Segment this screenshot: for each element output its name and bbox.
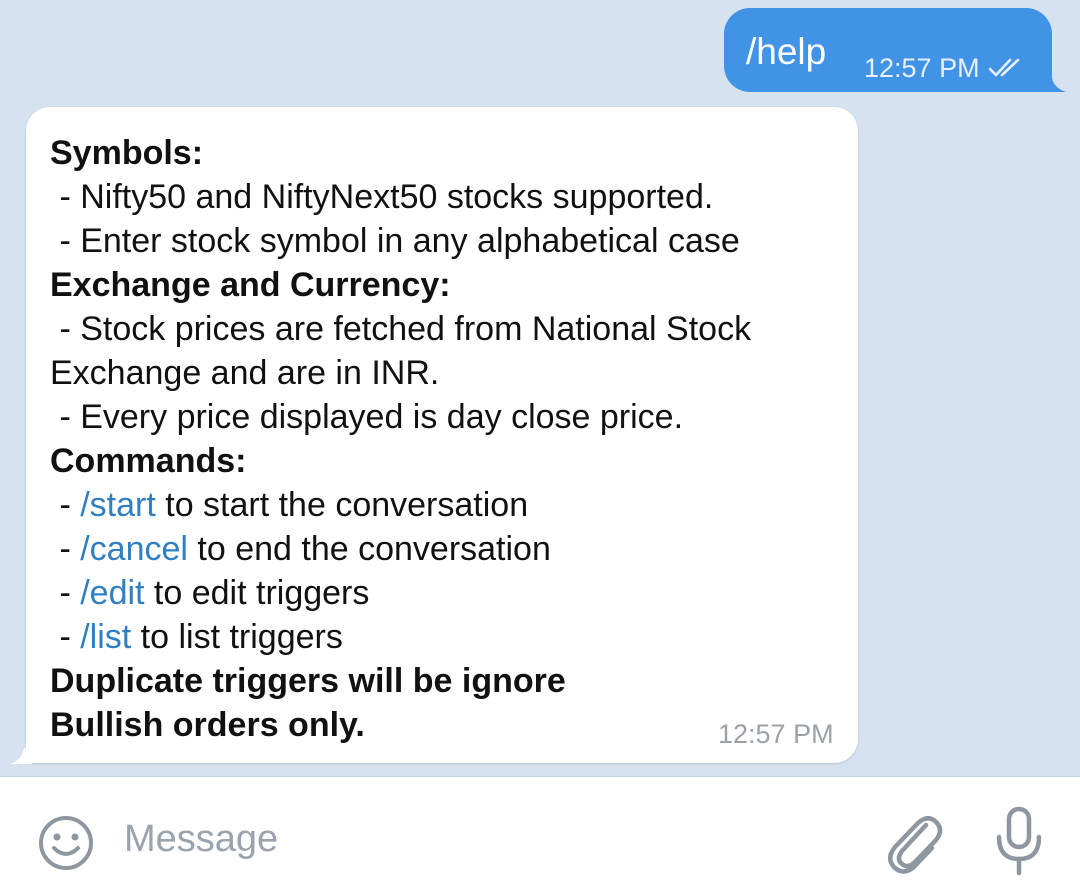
command-link[interactable]: /start — [80, 486, 156, 524]
command-link[interactable]: /cancel — [80, 530, 188, 568]
message-heading: Bullish orders only. — [50, 706, 365, 744]
outgoing-message[interactable]: /help 12:57 PM — [724, 8, 1052, 92]
message-text: Exchange and are in INR. — [50, 354, 440, 392]
microphone-icon[interactable] — [992, 805, 1046, 877]
message-text: to start the conversation — [155, 486, 529, 524]
message-text: - Nifty50 and NiftyNext50 stocks support… — [50, 178, 714, 216]
message-text: - Stock prices are fetched from National… — [50, 310, 752, 348]
message-line: Commands: — [50, 439, 850, 483]
message-text: - Enter stock symbol in any alphabetical… — [50, 222, 740, 260]
message-heading: Exchange and Currency: — [50, 266, 451, 304]
message-line: - Enter stock symbol in any alphabetical… — [50, 219, 850, 263]
message-text: - Every price displayed is day close pri… — [50, 398, 684, 436]
incoming-message[interactable]: Symbols: - Nifty50 and NiftyNext50 stock… — [26, 107, 858, 763]
paperclip-icon[interactable] — [882, 807, 944, 877]
message-text: to end the conversation — [187, 530, 551, 568]
message-input-bar — [0, 776, 1080, 892]
message-line: Exchange and Currency: — [50, 263, 850, 307]
message-text: - — [50, 530, 81, 568]
message-heading: Symbols: — [50, 134, 204, 172]
message-text: to list triggers — [131, 618, 343, 656]
message-line: Duplicate triggers will be ignore — [50, 659, 850, 703]
message-line: - /start to start the conversation — [50, 483, 850, 527]
message-heading: Duplicate triggers will be ignore — [50, 662, 566, 700]
incoming-message-body: Symbols: - Nifty50 and NiftyNext50 stock… — [50, 131, 850, 747]
message-line: - /cancel to end the conversation — [50, 527, 850, 571]
message-heading: Commands: — [50, 442, 247, 480]
message-text: - — [50, 486, 81, 524]
message-line: - Nifty50 and NiftyNext50 stocks support… — [50, 175, 850, 219]
double-check-icon — [988, 58, 1019, 77]
message-text: - — [50, 574, 81, 612]
outgoing-message-time: 12:57 PM — [864, 53, 980, 83]
incoming-bubble-tail — [10, 748, 32, 764]
incoming-message-time: 12:57 PM — [718, 719, 834, 749]
message-text: to edit triggers — [144, 574, 370, 612]
smiley-icon[interactable] — [36, 813, 96, 873]
chat-history[interactable]: /help 12:57 PM Symbols: - Nifty50 and Ni… — [0, 0, 1080, 776]
message-line: Exchange and are in INR. — [50, 351, 850, 395]
message-text: - — [50, 618, 81, 656]
message-line: Symbols: — [50, 131, 850, 175]
message-line: - /list to list triggers — [50, 615, 850, 659]
message-line: - Every price displayed is day close pri… — [50, 395, 850, 439]
command-link[interactable]: /edit — [80, 574, 144, 612]
outgoing-message-text: /help — [746, 31, 827, 72]
command-link[interactable]: /list — [80, 618, 131, 656]
message-line: - /edit to edit triggers — [50, 571, 850, 615]
outgoing-bubble-tail — [1040, 78, 1066, 92]
message-line: - Stock prices are fetched from National… — [50, 307, 850, 351]
outgoing-message-meta: 12:57 PM — [864, 54, 1026, 82]
message-input[interactable] — [124, 811, 824, 867]
